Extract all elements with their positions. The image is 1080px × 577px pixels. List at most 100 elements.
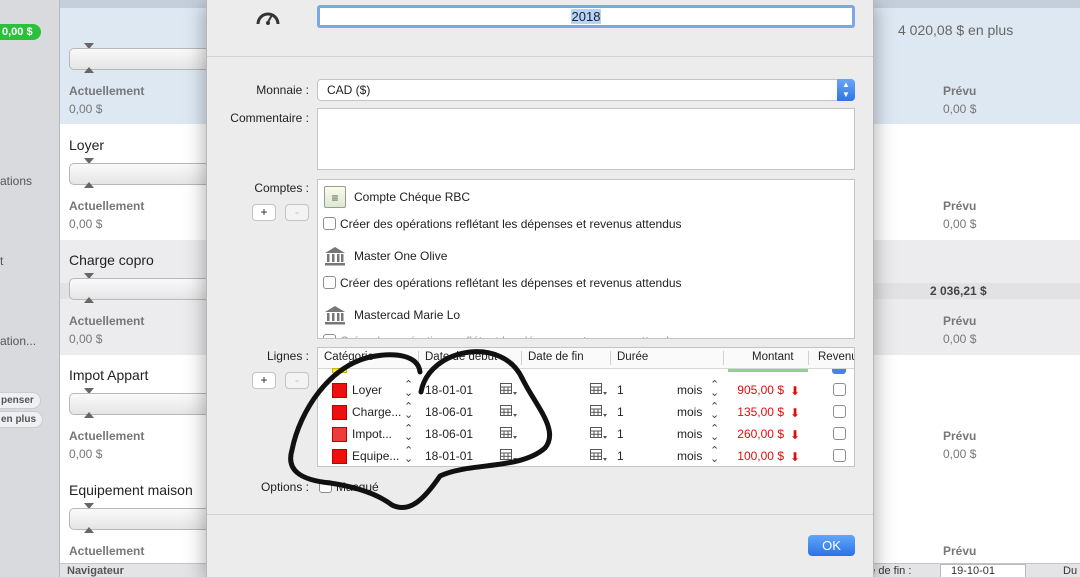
row-duration[interactable]: 1 (617, 405, 624, 419)
comment-textarea[interactable] (317, 108, 855, 170)
category-color-swatch[interactable] (332, 449, 347, 464)
actual-label: Actuellement (69, 84, 145, 98)
ok-button[interactable]: OK (808, 535, 855, 556)
slider-knob-bottom (84, 527, 94, 533)
category-color-swatch (332, 368, 347, 373)
row-duration-unit[interactable]: mois (677, 427, 702, 441)
budget-edit-sheet: 2018 Monnaie : CAD ($) ▲ ▼ Commentaire : … (206, 0, 874, 577)
row-duration-unit[interactable]: mois (677, 405, 702, 419)
actual-value: 0,00 $ (69, 217, 103, 231)
slider-knob-bottom (84, 412, 94, 418)
row-amount[interactable]: 100,00 $ (714, 449, 784, 463)
category-title-equipement-maison: Equipement maison (69, 482, 193, 498)
expected-value: 0,00 $ (943, 447, 977, 461)
category-title-loyer: Loyer (69, 137, 105, 153)
col-end-date[interactable]: Date de fin (528, 351, 584, 363)
category-color-swatch[interactable] (332, 383, 347, 398)
row-category: Loyer (352, 383, 383, 397)
account-row[interactable]: Mastercad Marie Lo (318, 302, 854, 328)
actual-label: Actuellement (69, 199, 145, 213)
balance-badge: 0,00 $ (0, 24, 41, 40)
partial-row-checkbox (832, 369, 846, 374)
row-amount[interactable]: 905,00 $ (714, 383, 784, 397)
calendar-icon[interactable] (590, 383, 607, 396)
add-line-button[interactable]: + (252, 372, 276, 389)
slider-knob-bottom (84, 182, 94, 188)
sidebar-item-operations[interactable]: ations (0, 174, 32, 188)
calendar-icon[interactable] (500, 427, 517, 440)
calendar-icon[interactable] (500, 449, 517, 462)
row-duration[interactable]: 1 (617, 383, 624, 397)
calendar-icon[interactable] (590, 449, 607, 462)
create-ops-checkbox[interactable] (323, 276, 336, 289)
row-duration[interactable]: 1 (617, 449, 624, 463)
gauge-icon[interactable] (255, 6, 281, 28)
sidebar-item-t[interactable]: t (0, 254, 3, 268)
table-row[interactable]: Charge... ⌃ ⌄ 18-06-01 1 mois ⌃ ⌄ 135,00 $… (318, 401, 854, 423)
masque-checkbox[interactable] (319, 480, 332, 493)
calendar-icon[interactable] (500, 405, 517, 418)
category-stepper-icon[interactable]: ⌃ ⌄ (404, 446, 413, 465)
currency-select[interactable]: CAD ($) ▲ ▼ (317, 79, 855, 101)
col-revenue[interactable]: Revenu (818, 351, 854, 363)
actual-value: 0,00 $ (69, 332, 103, 346)
summary-extra-amount: 4 020,08 $ en plus (898, 22, 1014, 38)
calendar-icon[interactable] (500, 383, 517, 396)
category-title-charge-copro: Charge copro (69, 252, 154, 268)
sidebar-item-ation[interactable]: ation... (0, 334, 36, 348)
select-arrows-icon: ▲ ▼ (837, 79, 855, 101)
col-start-date[interactable]: Date de début (425, 351, 497, 363)
table-row[interactable]: Equipe... ⌃ ⌄ 18-01-01 1 mois ⌃ ⌄ 100,00 $… (318, 445, 854, 466)
revenue-checkbox[interactable] (833, 427, 846, 440)
add-account-button[interactable]: + (252, 204, 276, 221)
separator (207, 514, 873, 515)
options-label: Options : (260, 480, 309, 494)
col-duration[interactable]: Durée (617, 351, 648, 363)
du-label: Du (1063, 565, 1078, 577)
category-stepper-icon[interactable]: ⌃ ⌄ (404, 402, 413, 421)
category-stepper-icon[interactable]: ⌃ ⌄ (404, 424, 413, 443)
account-row[interactable]: Master One Olive (318, 243, 854, 269)
masque-label: Masqué (336, 480, 379, 494)
table-row[interactable]: Impot... ⌃ ⌄ 18-06-01 1 mois ⌃ ⌄ 260,00 $ … (318, 423, 854, 445)
category-color-swatch[interactable] (332, 405, 347, 420)
remove-line-button[interactable]: - (285, 372, 309, 389)
row-duration[interactable]: 1 (617, 427, 624, 441)
revenue-checkbox[interactable] (833, 405, 846, 418)
row-start-date[interactable]: 18-06-01 (425, 427, 473, 441)
expense-down-arrow-icon: ⬇ (790, 406, 801, 420)
row-amount[interactable]: 260,00 $ (714, 427, 784, 441)
navigator-label[interactable]: Navigateur (67, 565, 124, 577)
category-summary-amount: 2 036,21 $ (930, 284, 987, 298)
end-date-field[interactable]: 19-10-01 (940, 564, 1026, 577)
row-category: Equipe... (352, 449, 400, 463)
row-duration-unit[interactable]: mois (677, 383, 702, 397)
expected-value: 0,00 $ (943, 217, 977, 231)
accounts-list: ≡ Compte Chéque RBC Créer des opérations… (317, 179, 855, 339)
create-ops-label: Créer des opérations reflétant les dépen… (340, 276, 682, 290)
lines-label: Lignes : (266, 349, 309, 363)
row-start-date[interactable]: 18-06-01 (425, 405, 473, 419)
calendar-icon[interactable] (590, 427, 607, 440)
create-ops-checkbox[interactable] (323, 334, 336, 338)
category-color-swatch[interactable] (332, 427, 347, 442)
create-ops-label: Créer des opérations reflétant les dépen… (340, 217, 682, 231)
currency-label: Monnaie : (256, 83, 309, 97)
create-ops-checkbox[interactable] (323, 217, 336, 230)
calendar-icon[interactable] (590, 405, 607, 418)
row-start-date[interactable]: 18-01-01 (425, 449, 473, 463)
slider-knob-bottom (84, 67, 94, 73)
revenue-checkbox[interactable] (833, 383, 846, 396)
remove-account-button[interactable]: - (285, 204, 309, 221)
row-start-date[interactable]: 18-01-01 (425, 383, 473, 397)
category-stepper-icon[interactable]: ⌃ ⌄ (404, 380, 413, 399)
year-field[interactable]: 2018 (317, 5, 855, 28)
actual-value: 0,00 $ (69, 447, 103, 461)
row-duration-unit[interactable]: mois (677, 449, 702, 463)
revenue-checkbox[interactable] (833, 449, 846, 462)
col-amount[interactable]: Montant (752, 351, 794, 363)
table-row[interactable]: Loyer ⌃ ⌄ 18-01-01 1 mois ⌃ ⌄ 905,00 $ ⬇ (318, 379, 854, 401)
col-category[interactable]: Catégorie (324, 351, 374, 363)
row-amount[interactable]: 135,00 $ (714, 405, 784, 419)
account-row[interactable]: ≡ Compte Chéque RBC (318, 184, 854, 210)
